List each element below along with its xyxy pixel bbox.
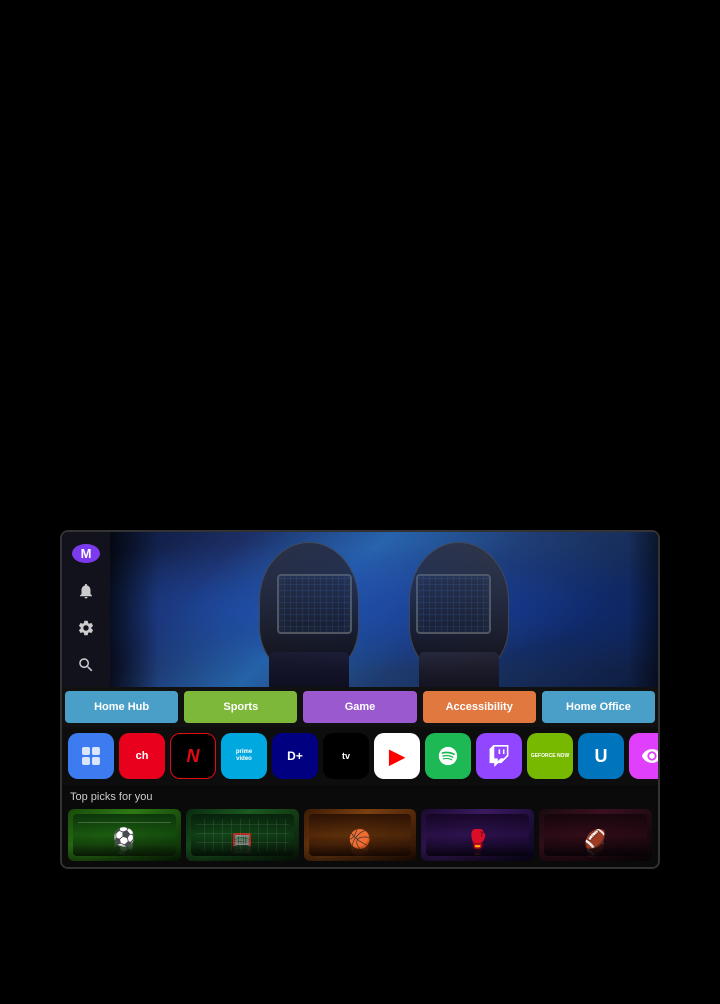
apps-row: ch N primevideo D+ tv ▶ [62,727,658,785]
app-spotify[interactable] [425,733,471,779]
tab-accessibility[interactable]: Accessibility [423,691,536,723]
pick-boxing[interactable]: 🥊 [421,809,534,861]
app-ubisoft[interactable]: U [578,733,624,779]
app-apps[interactable] [68,733,114,779]
app-disney-plus[interactable]: D+ [272,733,318,779]
settings-icon[interactable] [72,619,100,638]
tab-home-office[interactable]: Home Office [542,691,655,723]
app-netflix[interactable]: N [170,733,216,779]
bell-icon[interactable] [72,581,100,600]
app-geforce-now[interactable]: GEFORCE NOW [527,733,573,779]
picks-row: ⚽ 🥅 🏀 🥊 [68,809,652,861]
app-lg-channels[interactable]: ch [119,733,165,779]
top-picks-label: Top picks for you [68,791,652,803]
nav-tabs-bar: Home Hub Sports Game Accessibility Home … [62,687,658,727]
avatar[interactable]: M [72,544,100,563]
pick-soccer-match[interactable]: ⚽ [68,809,181,861]
pick-soccer-goal[interactable]: 🥅 [186,809,299,861]
sidebar: M [62,532,110,687]
pick-basketball[interactable]: 🏀 [304,809,417,861]
tab-game[interactable]: Game [303,691,416,723]
app-apple-tv[interactable]: tv [323,733,369,779]
app-prime-video[interactable]: primevideo [221,733,267,779]
tab-home-hub[interactable]: Home Hub [65,691,178,723]
search-icon[interactable] [72,656,100,675]
hero-banner [110,532,658,687]
app-eye-comfort[interactable] [629,733,658,779]
app-twitch[interactable] [476,733,522,779]
tv-screen: M [60,530,660,869]
hero-image-content [110,532,658,687]
pick-football[interactable]: 🏈 [539,809,652,861]
main-content-area: M [62,532,658,687]
app-youtube[interactable]: ▶ [374,733,420,779]
top-picks-section: Top picks for you ⚽ 🥅 🏀 [62,785,658,867]
tab-sports[interactable]: Sports [184,691,297,723]
